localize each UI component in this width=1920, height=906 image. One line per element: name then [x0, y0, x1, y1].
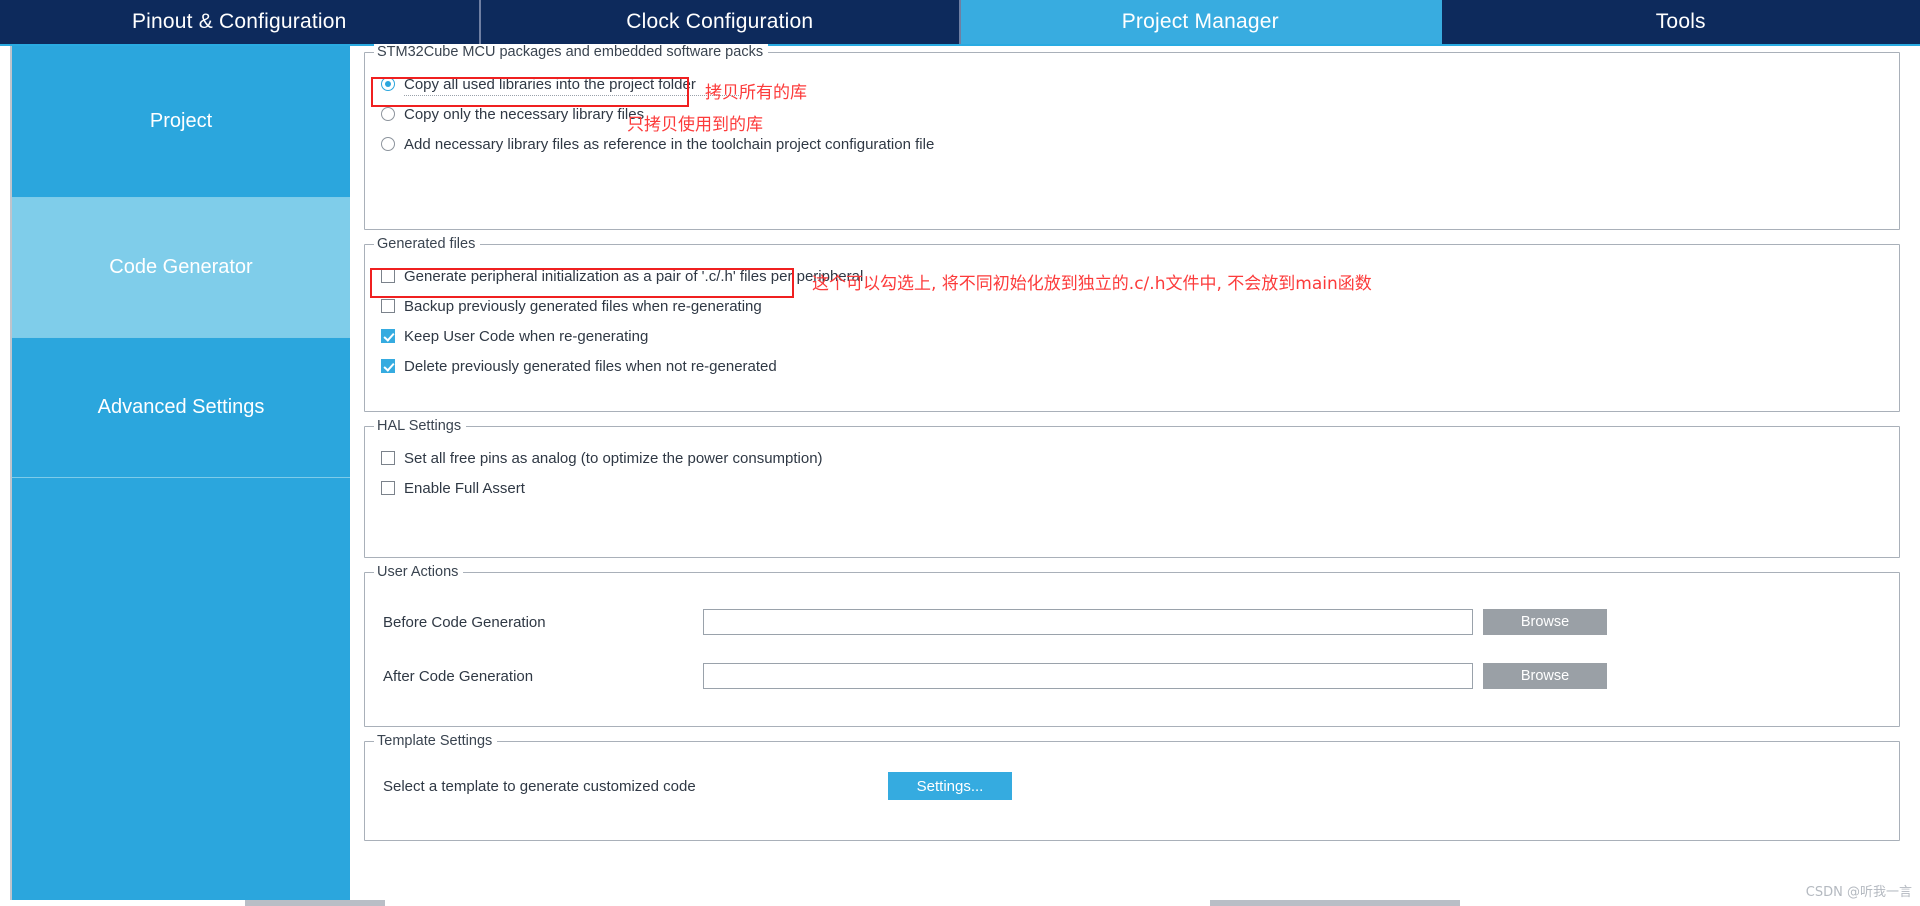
after-code-generation-label: After Code Generation	[383, 667, 534, 685]
radio-label: Copy all used libraries into the project…	[404, 75, 696, 93]
radio-label: Copy only the necessary library files	[404, 105, 645, 123]
window-bottom-edge	[0, 900, 1920, 906]
group-cube-packages: STM32Cube MCU packages and embedded soft…	[364, 44, 1900, 230]
checkbox-row-backup-generated[interactable]: Backup previously generated files when r…	[381, 291, 1889, 321]
group-title: HAL Settings	[374, 418, 467, 434]
checkbox-unchecked-icon[interactable]	[381, 481, 395, 495]
tab-clock-configuration[interactable]: Clock Configuration	[480, 0, 961, 44]
checkbox-label: Delete previously generated files when n…	[404, 357, 777, 375]
before-code-generation-browse-button[interactable]: Browse	[1483, 609, 1607, 635]
template-settings-label: Select a template to generate customized…	[383, 777, 696, 795]
radio-row-add-reference[interactable]: Add necessary library files as reference…	[381, 129, 1889, 159]
tab-label: Project Manager	[1121, 10, 1279, 33]
radio-on-icon[interactable]	[381, 77, 395, 91]
tab-label: Pinout & Configuration	[131, 10, 347, 33]
checkbox-label: Backup previously generated files when r…	[404, 297, 762, 315]
checkbox-label: Set all free pins as analog (to optimize…	[404, 449, 823, 467]
row-before-code-generation: Before Code Generation Browse	[383, 601, 1889, 643]
radio-row-copy-necessary[interactable]: Copy only the necessary library files	[381, 99, 1889, 129]
checkbox-label: Enable Full Assert	[404, 479, 525, 497]
checkbox-checked-icon[interactable]	[381, 329, 395, 343]
sidebar-item-project[interactable]: Project	[12, 46, 350, 198]
watermark-text: CSDN @听我一言	[1805, 885, 1912, 900]
group-hal-settings: HAL Settings Set all free pins as analog…	[364, 418, 1900, 558]
bottom-edge-segment	[245, 900, 385, 906]
group-title: User Actions	[374, 564, 464, 580]
code-generator-panel: STM32Cube MCU packages and embedded soft…	[350, 44, 1920, 904]
tab-label: Tools	[1655, 10, 1706, 33]
group-user-actions: User Actions Before Code Generation Brow…	[364, 564, 1900, 727]
bottom-edge-segment	[1210, 900, 1460, 906]
after-code-generation-browse-button[interactable]: Browse	[1483, 663, 1607, 689]
sidebar-item-label: Project	[149, 110, 213, 132]
focus-underline	[404, 95, 741, 96]
row-after-code-generation: After Code Generation Browse	[383, 655, 1889, 697]
radio-label: Add necessary library files as reference…	[404, 135, 935, 153]
checkbox-row-keep-user-code[interactable]: Keep User Code when re-generating	[381, 321, 1889, 351]
after-code-generation-input[interactable]	[703, 663, 1473, 689]
sidebar-item-code-generator[interactable]: Code Generator	[12, 198, 350, 338]
tab-label: Clock Configuration	[626, 10, 814, 33]
group-template-settings: Template Settings Select a template to g…	[364, 733, 1900, 841]
checkbox-label: Generate peripheral initialization as a …	[404, 267, 864, 285]
template-settings-button[interactable]: Settings...	[888, 772, 1012, 800]
tab-tools[interactable]: Tools	[1441, 0, 1920, 44]
main-tab-bar: Pinout & Configuration Clock Configurati…	[0, 0, 1920, 46]
before-code-generation-input[interactable]	[703, 609, 1473, 635]
group-generated-files: Generated files Generate peripheral init…	[364, 236, 1900, 412]
radio-off-icon[interactable]	[381, 107, 395, 121]
checkbox-checked-icon[interactable]	[381, 359, 395, 373]
page-body: Project Code Generator Advanced Settings…	[0, 44, 1920, 904]
row-template-selection: Select a template to generate customized…	[383, 758, 1889, 814]
checkbox-row-free-pins-analog[interactable]: Set all free pins as analog (to optimize…	[381, 443, 1889, 473]
group-title: STM32Cube MCU packages and embedded soft…	[374, 44, 769, 60]
checkbox-unchecked-icon[interactable]	[381, 299, 395, 313]
group-title: Generated files	[374, 236, 481, 252]
radio-off-icon[interactable]	[381, 137, 395, 151]
checkbox-unchecked-icon[interactable]	[381, 451, 395, 465]
tab-project-manager[interactable]: Project Manager	[961, 0, 1442, 44]
tab-pinout-configuration[interactable]: Pinout & Configuration	[0, 0, 481, 44]
checkbox-unchecked-icon[interactable]	[381, 269, 395, 283]
sidebar-filler	[12, 478, 350, 904]
before-code-generation-label: Before Code Generation	[383, 613, 546, 631]
sidebar-item-label: Code Generator	[109, 256, 253, 278]
sidebar-item-advanced-settings[interactable]: Advanced Settings	[12, 338, 350, 478]
sidebar-item-label: Advanced Settings	[97, 396, 265, 418]
radio-row-copy-all-libraries[interactable]: Copy all used libraries into the project…	[381, 69, 1889, 99]
group-title: Template Settings	[374, 733, 498, 749]
checkbox-row-enable-full-assert[interactable]: Enable Full Assert	[381, 473, 1889, 503]
checkbox-row-delete-not-regenerated[interactable]: Delete previously generated files when n…	[381, 351, 1889, 381]
project-manager-sidebar: Project Code Generator Advanced Settings	[10, 46, 350, 904]
checkbox-label: Keep User Code when re-generating	[404, 327, 649, 345]
